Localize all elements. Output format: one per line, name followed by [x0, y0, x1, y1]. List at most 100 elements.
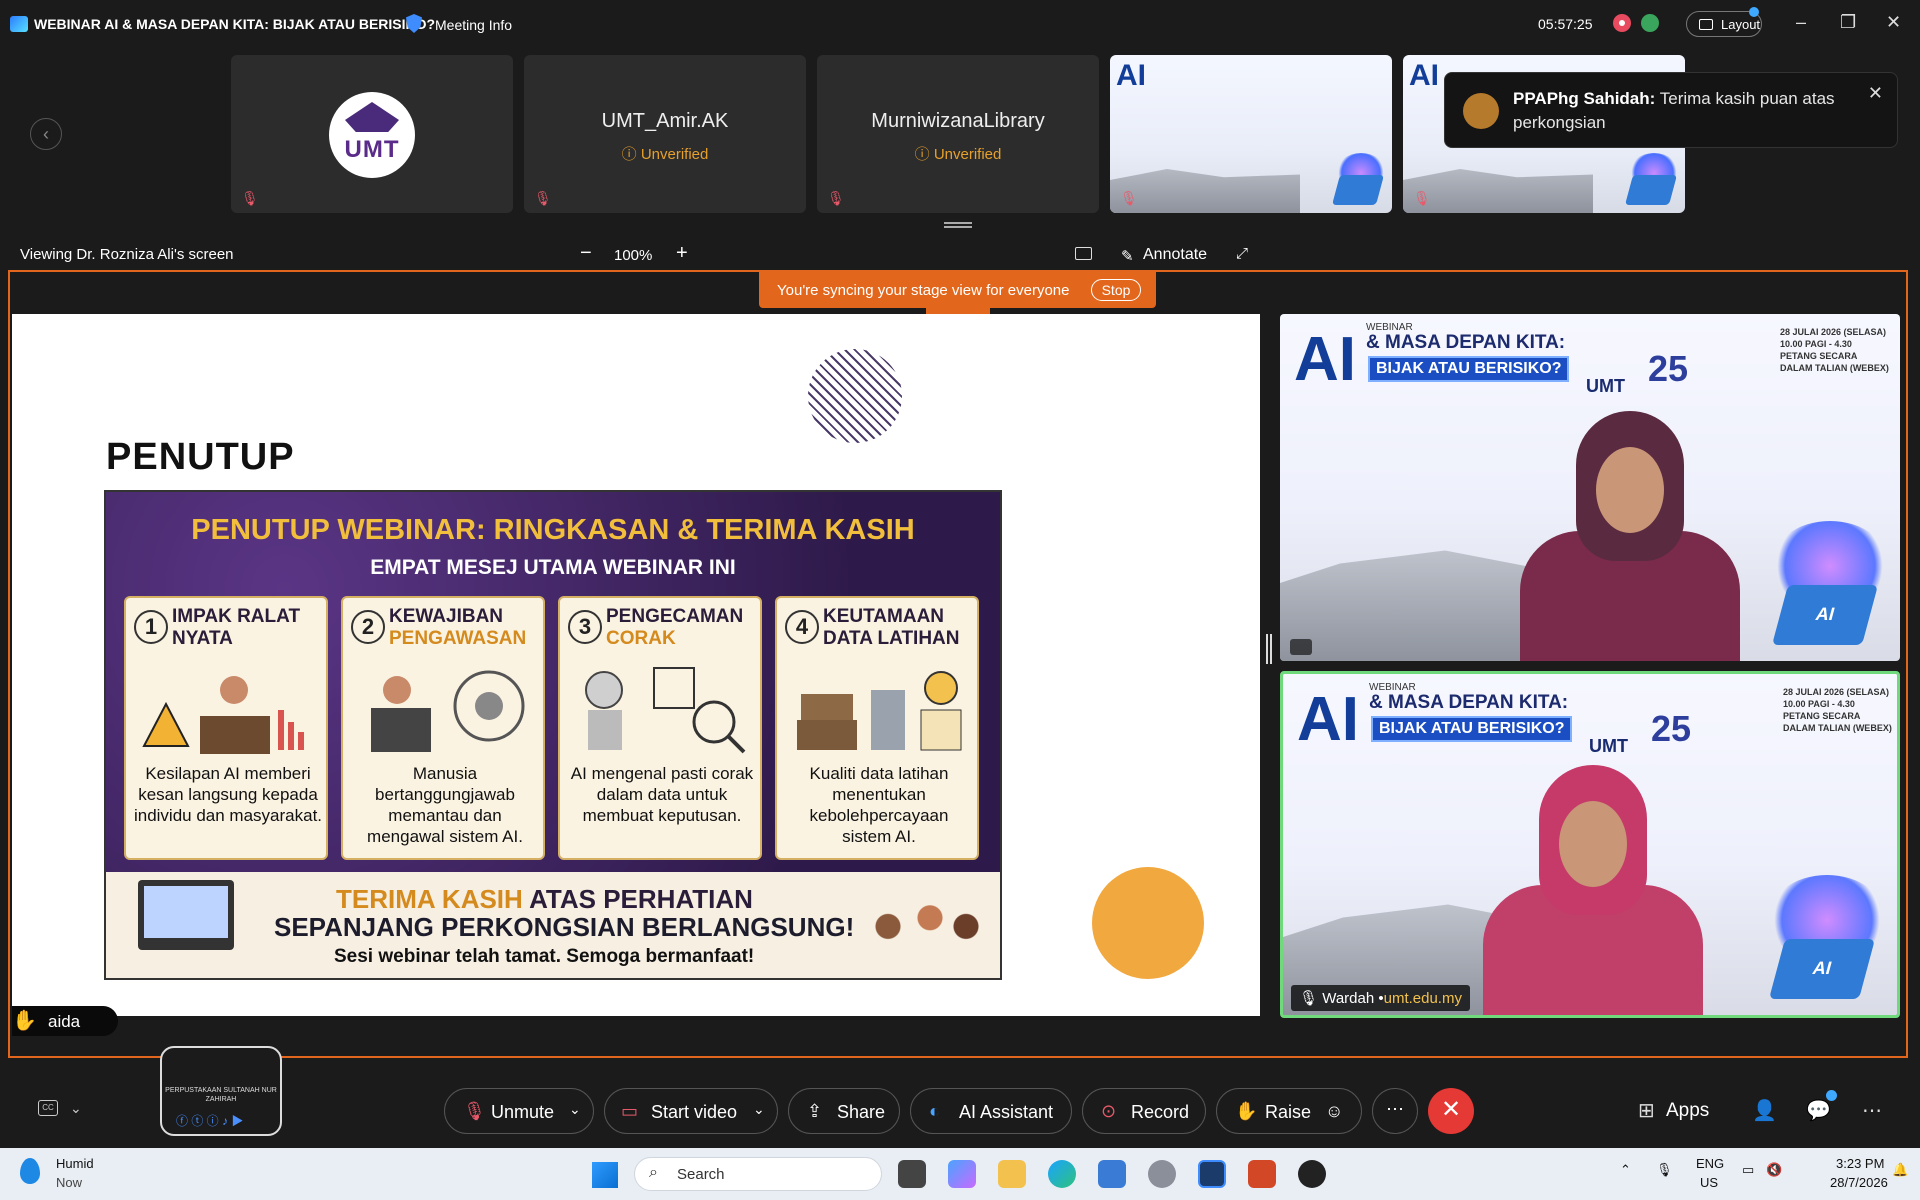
viewing-screen-label: Viewing Dr. Rozniza Ali's screen [20, 246, 234, 263]
start-video-button[interactable]: ▭ Start video ⌄ [604, 1088, 778, 1134]
settings-icon[interactable] [1148, 1160, 1176, 1188]
webex-app-icon[interactable] [1198, 1160, 1226, 1188]
layout-button[interactable]: Layout [1686, 7, 1762, 37]
raise-hand-button[interactable]: ✋ Raise ☺ [1216, 1088, 1362, 1134]
muted-mic-icon: 🎙 [463, 1101, 486, 1121]
apps-icon: ⊞ [1638, 1100, 1655, 1122]
close-window-button[interactable]: ✕ [1886, 12, 1901, 33]
participant-tile-video-1[interactable]: AI 🎙 [1110, 55, 1392, 213]
language-region[interactable]: US [1700, 1175, 1718, 1190]
apps-button[interactable]: Apps [1666, 1100, 1709, 1122]
summary-infographic: PENUTUP WEBINAR: RINGKASAN & TERIMA KASI… [104, 490, 1002, 980]
weather-icon[interactable] [20, 1158, 40, 1184]
restore-button[interactable]: ❐ [1840, 12, 1856, 33]
unverified-badge: ⓘ Unverified [621, 146, 709, 163]
chevron-up-icon[interactable]: ⌃ [1620, 1162, 1631, 1178]
infographic-subtitle: EMPAT MESEJ UTAMA WEBINAR INI [370, 556, 736, 579]
message-card-2: 2 KEWAJIBAN PENGAWASAN Manusia bertanggun… [341, 596, 545, 860]
camera-icon[interactable] [1290, 639, 1312, 655]
chat-notification-message: PPAPhg Sahidah: Terima kasih puan atas p… [1513, 89, 1835, 132]
more-options-button[interactable]: ⋯ [1372, 1088, 1418, 1134]
decorative-hatched-circle [808, 349, 902, 443]
umt-logo: UMT [329, 92, 415, 178]
record-button[interactable]: ⊙ Record [1082, 1088, 1206, 1134]
sync-message: You're syncing your stage view for every… [777, 282, 1070, 299]
taskbar-date[interactable]: 28/7/2026 [1830, 1175, 1888, 1190]
share-button[interactable]: ⇪ Share [788, 1088, 900, 1134]
participant-tile-umt[interactable]: UMT 🎙 [231, 55, 513, 213]
previous-participants-button[interactable]: ‹ [30, 118, 62, 150]
screen-options-icon[interactable] [1075, 247, 1092, 260]
meeting-title: WEBINAR AI & MASA DEPAN KITA: BIJAK ATAU… [34, 16, 436, 32]
weather-label: Humid [56, 1156, 94, 1171]
windows-start-icon[interactable] [592, 1162, 618, 1188]
participant-name: UMT_Amir.AK [601, 110, 729, 132]
edge-browser-icon[interactable] [1048, 1160, 1076, 1188]
webex-logo-icon [10, 16, 28, 32]
unverified-badge: ⓘ Unverified [914, 146, 1002, 163]
ai-assistant-icon: ◐ [929, 1101, 940, 1121]
network-health-icon[interactable] [1641, 14, 1659, 32]
active-speaker-video[interactable]: AI WEBINAR & MASA DEPAN KITA: BIJAK ATAU… [1280, 671, 1900, 1018]
recording-indicator-icon[interactable] [1613, 14, 1631, 32]
chevron-down-icon[interactable]: ⌄ [753, 1101, 765, 1118]
stop-sync-button[interactable]: Stop [1091, 279, 1141, 301]
webinar-banner-thumbnail: AI [1110, 55, 1392, 213]
infographic-title: PENUTUP WEBINAR: RINGKASAN & TERIMA KASI… [191, 514, 915, 546]
windows-taskbar: Humid Now ⌕ Search ⌃ 🎙 ENG US ▭ 🔇 3:23 P… [0, 1148, 1920, 1200]
mic-muted-tray-icon[interactable]: 🎙 [1656, 1162, 1673, 1178]
pattern-recognition-illustration [585, 667, 746, 754]
store-icon[interactable] [1098, 1160, 1126, 1188]
fullscreen-icon[interactable]: ⤢ [1236, 245, 1248, 262]
pen-icon: ✎ [1121, 248, 1134, 265]
panel-splitter[interactable] [1266, 634, 1272, 664]
notifications-bell-icon[interactable]: 🔔 [1892, 1162, 1908, 1178]
taskbar-search[interactable]: ⌕ Search [634, 1157, 882, 1191]
copilot-icon[interactable] [948, 1160, 976, 1188]
powerpoint-icon[interactable] [1248, 1160, 1276, 1188]
task-view-icon[interactable] [898, 1160, 926, 1188]
muted-mic-icon: 🎙 [827, 190, 845, 206]
library-logo: PERPUSTAKAAN SULTANAH NUR ZAHIRAH ⓕ ⓣ ⓘ … [160, 1046, 282, 1136]
unmute-button[interactable]: 🎙 Unmute ⌄ [444, 1088, 594, 1134]
participant-tile-umt-amir[interactable]: UMT_Amir.AK ⓘ Unverified 🎙 [524, 55, 806, 213]
title-bar: WEBINAR AI & MASA DEPAN KITA: BIJAK ATAU… [0, 0, 1920, 50]
close-toast-icon[interactable]: ✕ [1868, 83, 1883, 104]
presenter-video[interactable]: AI WEBINAR & MASA DEPAN KITA: BIJAK ATAU… [1280, 314, 1900, 661]
resize-handle[interactable] [944, 222, 972, 228]
minimize-button[interactable]: – [1796, 12, 1806, 33]
muted-mic-icon: 🎙 [534, 190, 552, 206]
ai-assistant-button[interactable]: ◐ AI Assistant [910, 1088, 1072, 1134]
message-card-3: 3 PENGECAMAN CORAK AI mengenal pasti cora… [558, 596, 762, 860]
zoom-in-button[interactable]: + [676, 242, 688, 265]
annotate-button[interactable]: Annotate [1143, 246, 1207, 264]
language-indicator[interactable]: ENG [1696, 1156, 1724, 1171]
ai-chip-image: AI [1768, 939, 1876, 999]
notification-badge [1749, 7, 1759, 17]
media-player-icon[interactable] [1298, 1160, 1326, 1188]
reactions-icon[interactable]: ☺ [1325, 1101, 1343, 1122]
volume-muted-icon[interactable]: 🔇 [1766, 1162, 1782, 1178]
chevron-down-icon[interactable]: ⌄ [569, 1101, 581, 1118]
video-off-icon: ▭ [621, 1101, 639, 1121]
muted-mic-icon: 🎙 [1413, 190, 1431, 206]
zoom-out-button[interactable]: − [580, 242, 592, 265]
participant-video-person [1520, 411, 1740, 661]
network-icon[interactable]: ▭ [1742, 1162, 1754, 1178]
chevron-down-icon[interactable]: ⌄ [70, 1100, 82, 1117]
meeting-info-link[interactable]: Meeting Info [435, 17, 512, 33]
raised-hand-indicator[interactable]: ✋ aida [12, 1006, 118, 1036]
user-avatar-icon [1463, 93, 1499, 129]
taskbar-time[interactable]: 3:23 PM [1836, 1156, 1884, 1171]
participants-icon[interactable]: 👤 [1752, 1098, 1777, 1123]
speaker-name-label: 🎙 Wardah •umt.edu.my [1291, 985, 1470, 1011]
participant-tile-murniwizana[interactable]: MurniwizanaLibrary ⓘ Unverified 🎙 [817, 55, 1099, 213]
closed-captions-icon[interactable]: CC [38, 1100, 58, 1116]
participant-video-person [1483, 765, 1703, 1015]
chat-icon[interactable]: 💬 [1806, 1098, 1831, 1123]
more-panels-icon[interactable]: ⋯ [1862, 1098, 1882, 1123]
file-explorer-icon[interactable] [998, 1160, 1026, 1188]
chat-notification-toast[interactable]: PPAPhg Sahidah: Terima kasih puan atas p… [1444, 72, 1898, 148]
end-call-button[interactable]: ✕ [1428, 1088, 1474, 1134]
sync-stage-banner: You're syncing your stage view for every… [759, 272, 1156, 308]
